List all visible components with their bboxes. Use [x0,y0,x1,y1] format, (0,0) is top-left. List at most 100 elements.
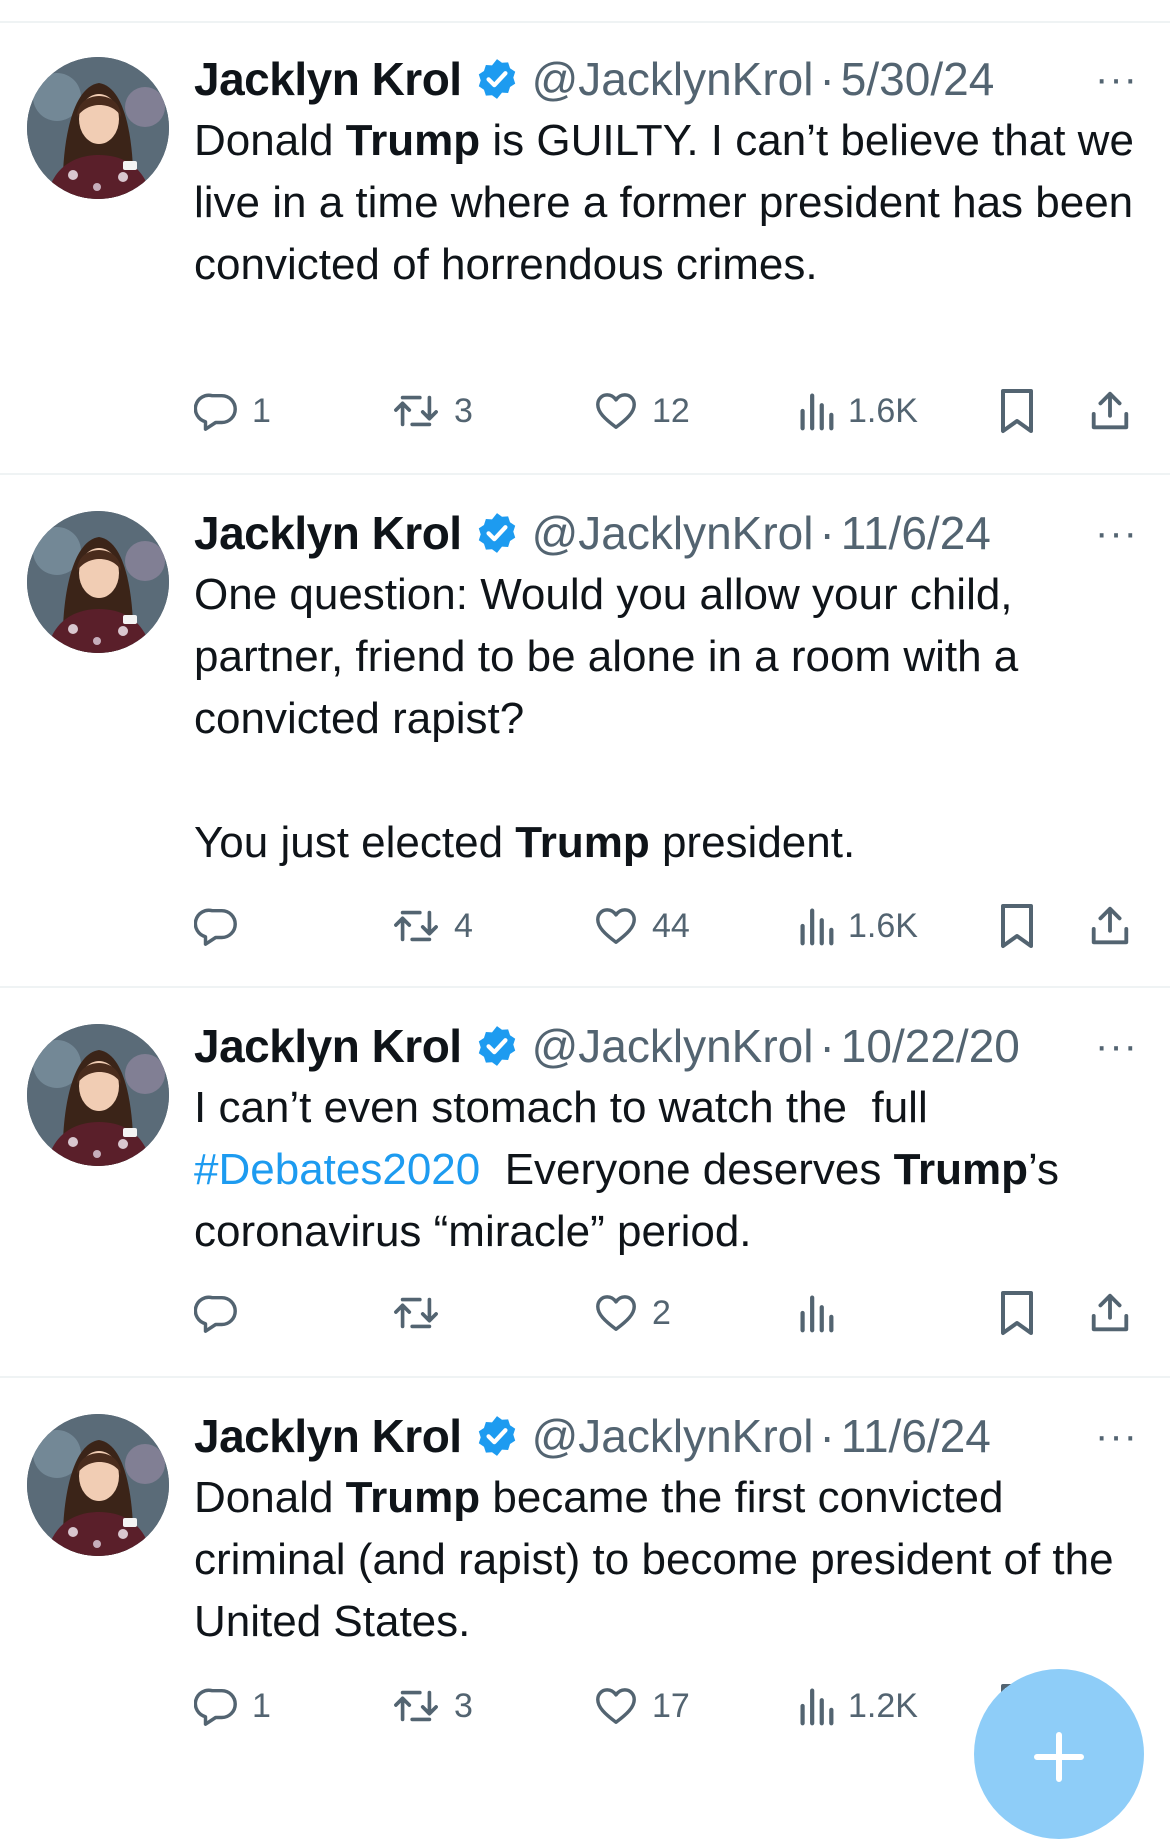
profile-photo [27,511,169,653]
author-handle[interactable]: @JacklynKrol [532,1405,814,1467]
tweet-content: Jacklyn Krol @JacklynKrol · 10/22/20 ··· I ca… [194,1015,1142,1263]
views-button[interactable] [796,1285,848,1341]
share-icon [1087,902,1133,950]
bookmark-button[interactable] [997,1285,1037,1341]
repost-button[interactable] [390,1285,454,1341]
author-handle[interactable]: @JacklynKrol [532,1015,814,1077]
views-button[interactable]: 1.6K [796,898,918,954]
reply-icon [194,1683,240,1729]
heart-icon [592,903,640,949]
author-handle[interactable]: @JacklynKrol [532,502,814,564]
share-icon [1087,387,1133,435]
repost-icon [390,388,442,434]
heart-icon [592,1290,640,1336]
profile-photo [27,1414,169,1556]
action-bar: 4 44 1.6K [194,898,1142,954]
avatar[interactable] [27,57,169,199]
avatar[interactable] [27,1414,169,1556]
like-button[interactable]: 2 [592,1285,671,1341]
views-count: 1.6K [848,391,918,430]
bookmark-icon [997,901,1037,951]
tweet-date[interactable]: 11/6/24 [841,502,991,564]
share-button[interactable] [1087,383,1133,439]
text-segment: Everyone deserves [480,1145,894,1194]
tweet-header: Jacklyn Krol @JacklynKrol · 11/6/24 ··· [194,1405,1142,1467]
replies-count: 1 [252,1686,271,1725]
bookmark-button[interactable] [997,898,1037,954]
highlighted-term: Trump [345,116,481,165]
replies-count: 1 [252,391,271,430]
like-button[interactable]: 44 [592,898,690,954]
author-name[interactable]: Jacklyn Krol [194,1015,462,1077]
reply-icon [194,388,240,434]
reposts-count: 4 [454,906,473,945]
bookmark-button[interactable] [997,383,1037,439]
tweet-date[interactable]: 5/30/24 [841,48,994,110]
bookmark-icon [997,1288,1037,1338]
separator-dot: · [819,53,835,105]
separator-dot: · [819,1410,835,1462]
author-name[interactable]: Jacklyn Krol [194,1405,462,1467]
more-options-icon[interactable]: ··· [1095,48,1138,110]
repost-button[interactable]: 4 [390,898,473,954]
reply-button[interactable]: 1 [194,383,271,439]
views-icon [796,1683,836,1729]
tweet-text: One question: Would you allow your child… [194,564,1142,874]
reply-button[interactable] [194,898,252,954]
highlighted-term: Trump [515,818,650,867]
plus-icon [1034,1732,1084,1782]
reply-button[interactable] [194,1285,252,1341]
more-options-icon[interactable]: ··· [1095,502,1138,564]
text-segment: Donald [194,116,346,165]
like-button[interactable]: 12 [592,383,690,439]
share-icon [1087,1289,1133,1337]
heart-icon [592,1683,640,1729]
avatar[interactable] [27,1024,169,1166]
profile-photo [27,1024,169,1166]
likes-count: 44 [652,906,690,945]
like-button[interactable]: 17 [592,1678,690,1734]
tweet-content: Jacklyn Krol @JacklynKrol · 11/6/24 ··· One q… [194,502,1142,874]
heart-icon [592,388,640,434]
text-segment: I can’t even stomach to watch the full [194,1083,940,1132]
reply-icon [194,903,240,949]
author-handle[interactable]: @JacklynKrol [532,48,814,110]
reply-button[interactable]: 1 [194,1678,271,1734]
reposts-count: 3 [454,1686,473,1725]
tweet-date[interactable]: 11/6/24 [841,1405,991,1467]
author-name[interactable]: Jacklyn Krol [194,48,462,110]
more-options-icon[interactable]: ··· [1095,1405,1138,1467]
repost-button[interactable]: 3 [390,1678,473,1734]
action-bar: 1 3 12 1.6K [194,383,1142,439]
avatar[interactable] [27,511,169,653]
hashtag-link[interactable]: #Debates2020 [194,1145,480,1194]
tweet-content: Jacklyn Krol @JacklynKrol · 11/6/24 ··· Donal… [194,1405,1142,1653]
repost-icon [390,1683,442,1729]
repost-icon [390,1290,442,1336]
compose-button[interactable] [974,1669,1144,1839]
separator-dot: · [819,1020,835,1072]
views-icon [796,903,836,949]
tweet-header: Jacklyn Krol @JacklynKrol · 10/22/20 ··· [194,1015,1142,1077]
more-options-icon[interactable]: ··· [1095,1015,1138,1077]
views-button[interactable]: 1.2K [796,1678,918,1734]
repost-icon [390,903,442,949]
highlighted-term: Trump [893,1145,1029,1194]
text-segment: Donald [194,1473,346,1522]
likes-count: 17 [652,1686,690,1725]
author-name[interactable]: Jacklyn Krol [194,502,462,564]
tweet-header: Jacklyn Krol @JacklynKrol · 5/30/24 ··· [194,48,1142,110]
views-icon [796,1290,836,1336]
views-button[interactable]: 1.6K [796,383,918,439]
action-bar: 2 [194,1285,1142,1341]
share-button[interactable] [1087,1285,1133,1341]
views-icon [796,388,836,434]
tweet-text: Donald Trump became the first convicted … [194,1467,1142,1653]
repost-button[interactable]: 3 [390,383,473,439]
share-button[interactable] [1087,898,1133,954]
tweet-text: I can’t even stomach to watch the full #… [194,1077,1142,1263]
verified-badge-icon [474,1413,520,1459]
reposts-count: 3 [454,391,473,430]
tweet-date[interactable]: 10/22/20 [841,1015,1020,1077]
tweet-text: Donald Trump is GUILTY. I can’t believe … [194,110,1142,296]
